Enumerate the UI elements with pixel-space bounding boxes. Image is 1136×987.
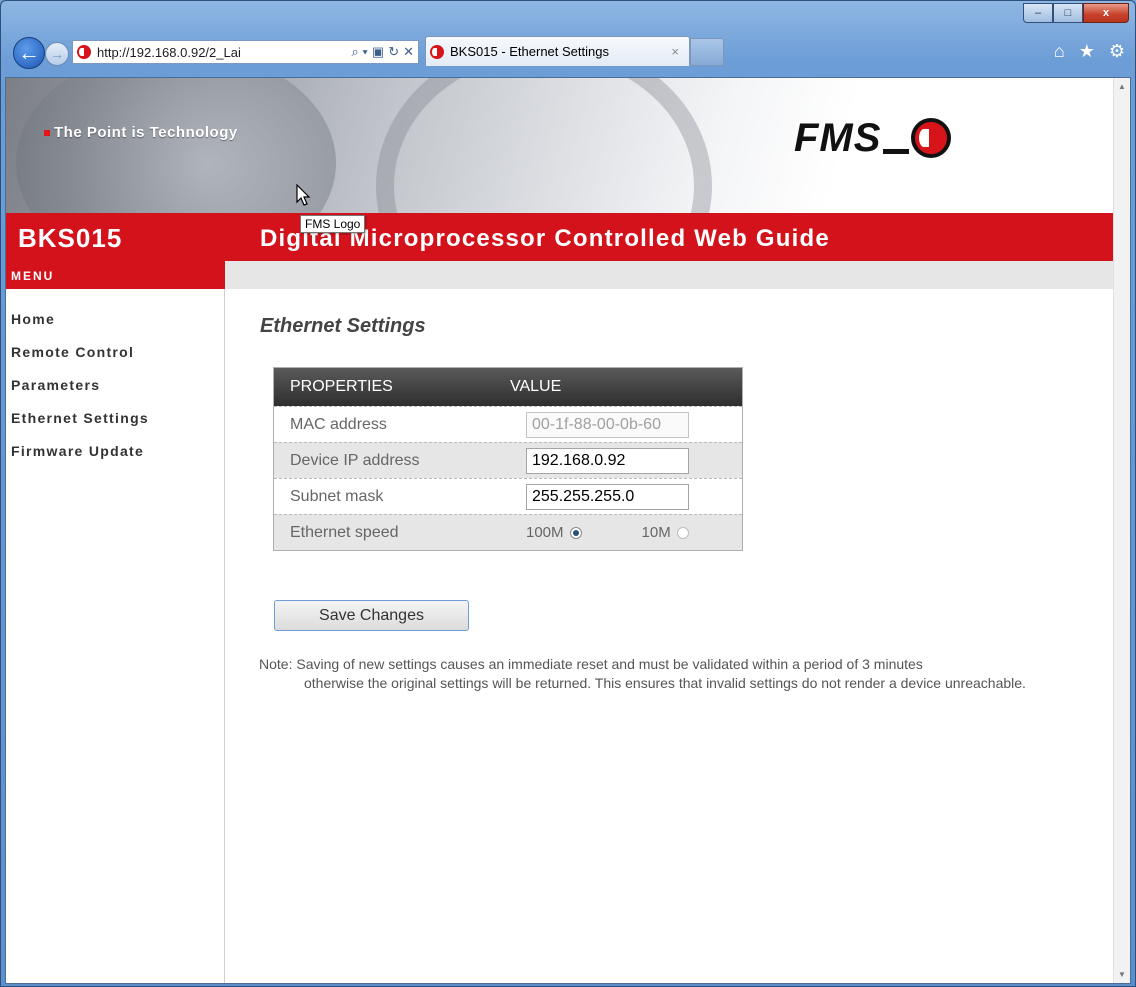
logo-underline	[883, 149, 910, 154]
browser-toolbar-right: ⌂ ★ ⚙	[1054, 41, 1125, 62]
navigation-bar: ← → http://192.168.0.92/2_Lai ⌕ ▾ ▣ ↻ ✕ …	[1, 31, 1136, 77]
sidebar-item-remote-control[interactable]: Remote Control	[11, 336, 224, 369]
banner-roller-image-2	[376, 78, 712, 213]
speed-radio-group: 100M 10M	[526, 524, 689, 541]
speed-100m-radio[interactable]	[569, 526, 582, 539]
column-header-properties: PROPERTIES	[290, 378, 393, 395]
forward-button[interactable]: →	[45, 42, 69, 66]
address-tools: ⌕ ▾ ▣ ↻ ✕	[352, 44, 418, 60]
speed-10m-label: 10M	[641, 524, 671, 541]
logo-circle-icon	[911, 118, 952, 158]
subnet-mask-field[interactable]	[526, 483, 689, 510]
note-line1: Saving of new settings causes an immedia…	[296, 656, 923, 672]
banner-roller-image	[16, 78, 336, 213]
tab-title: BKS015 - Ethernet Settings	[450, 44, 609, 59]
vertical-scrollbar[interactable]: ▲ ▼	[1113, 78, 1130, 983]
logo-text: FMS	[794, 116, 882, 160]
maximize-button[interactable]: □	[1053, 3, 1083, 23]
scroll-up-icon[interactable]: ▲	[1114, 78, 1130, 95]
new-tab-button[interactable]	[690, 38, 724, 66]
address-bar[interactable]: http://192.168.0.92/2_Lai ⌕ ▾ ▣ ↻ ✕	[72, 40, 419, 64]
sidebar-item-firmware-update[interactable]: Firmware Update	[11, 435, 224, 468]
speed-10m-radio[interactable]	[676, 526, 689, 539]
stop-icon[interactable]: ✕	[403, 44, 414, 60]
model-name: BKS015	[18, 223, 123, 253]
home-icon[interactable]: ⌂	[1054, 41, 1065, 62]
page-title: Ethernet Settings	[260, 315, 426, 337]
compatibility-icon[interactable]: ▣	[372, 44, 384, 60]
tagline-text: The Point is Technology	[54, 124, 238, 141]
site-favicon-icon	[77, 45, 91, 59]
mouse-cursor-icon	[296, 184, 311, 206]
scroll-down-icon[interactable]: ▼	[1114, 966, 1130, 983]
subnet-label: Subnet mask	[290, 487, 384, 505]
header-banner: The Point is Technology FMS	[6, 78, 1113, 213]
mac-label: MAC address	[290, 415, 387, 433]
address-url[interactable]: http://192.168.0.92/2_Lai	[97, 45, 352, 60]
logo-tooltip: FMS Logo	[300, 215, 366, 233]
speed-label: Ethernet speed	[290, 523, 399, 541]
speed-100m-label: 100M	[526, 524, 564, 541]
fms-logo[interactable]: FMS	[794, 116, 952, 160]
sidebar-item-ethernet-settings[interactable]: Ethernet Settings	[11, 402, 224, 435]
tab-close-icon[interactable]: ×	[671, 44, 679, 59]
tab-favicon-icon	[430, 44, 444, 59]
tagline: The Point is Technology	[44, 124, 238, 141]
column-header-value: VALUE	[510, 378, 562, 395]
menu-heading: MENU	[6, 261, 225, 289]
search-icon[interactable]: ⌕ ▾	[352, 44, 368, 60]
table-header: PROPERTIES VALUE	[274, 368, 742, 406]
mac-address-field	[526, 411, 689, 438]
properties-table: PROPERTIES VALUE MAC address Device IP a…	[273, 367, 743, 551]
browser-tab-active[interactable]: BKS015 - Ethernet Settings ×	[425, 36, 690, 66]
save-changes-button[interactable]: Save Changes	[274, 600, 469, 631]
note-rest: otherwise the original settings will be …	[304, 675, 1026, 691]
tagline-bullet-icon	[44, 130, 50, 137]
window-controls: – □ x	[1023, 3, 1129, 23]
device-ip-field[interactable]	[526, 447, 689, 474]
table-row-subnet: Subnet mask	[274, 478, 742, 514]
browser-window: – □ x ← → http://192.168.0.92/2_Lai ⌕ ▾ …	[0, 0, 1136, 987]
back-button[interactable]: ←	[13, 37, 45, 69]
sidebar-item-parameters[interactable]: Parameters	[11, 369, 224, 402]
title-bar: BKS015 Digital Microprocessor Controlled…	[6, 213, 1113, 261]
favorites-star-icon[interactable]: ★	[1079, 41, 1095, 62]
table-row-ip: Device IP address	[274, 442, 742, 478]
gear-icon[interactable]: ⚙	[1109, 41, 1125, 62]
sidebar-item-home[interactable]: Home	[11, 303, 224, 336]
note-prefix: Note:	[259, 656, 293, 672]
table-row-mac: MAC address	[274, 406, 742, 442]
ip-label: Device IP address	[290, 451, 420, 469]
table-row-speed: Ethernet speed 100M 10M	[274, 514, 742, 550]
close-button[interactable]: x	[1083, 3, 1129, 23]
page-viewport: The Point is Technology FMS BKS015 Digit…	[5, 77, 1131, 984]
minimize-button[interactable]: –	[1023, 3, 1053, 23]
content-top-strip	[225, 261, 1113, 289]
sidebar: Home Remote Control Parameters Ethernet …	[6, 289, 225, 983]
note-text: Note: Saving of new settings causes an i…	[259, 655, 1089, 693]
refresh-icon[interactable]: ↻	[388, 44, 399, 60]
